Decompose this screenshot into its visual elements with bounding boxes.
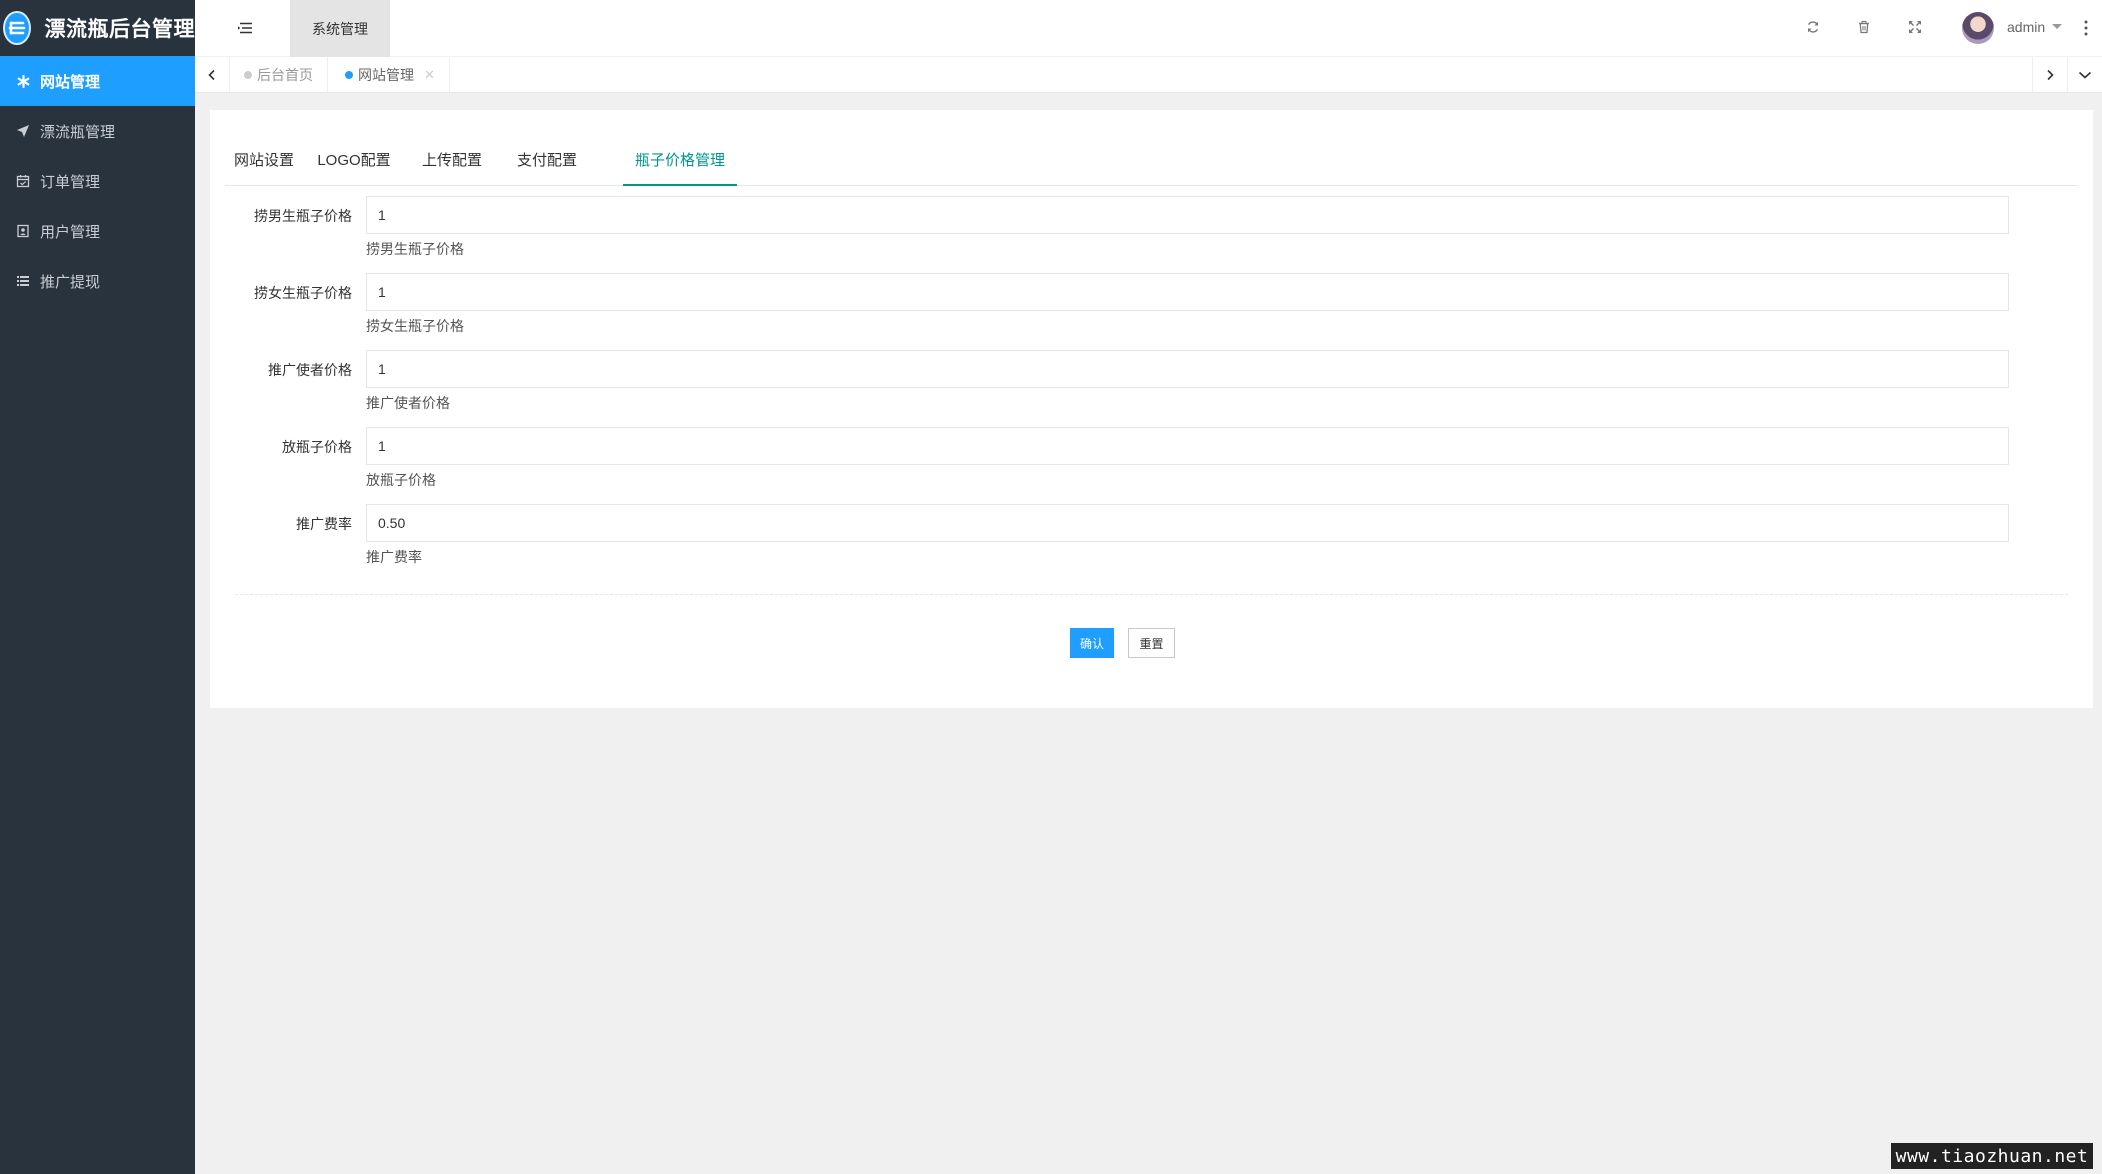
tab-dot: [345, 71, 353, 79]
confirm-button[interactable]: 确认: [1070, 628, 1114, 658]
sidebar-item-bottles[interactable]: 漂流瓶管理: [0, 106, 195, 156]
trash-icon[interactable]: [1854, 17, 1874, 37]
sidebar: 漂流瓶后台管理 网站管理 漂流瓶管理 订单管理 用户管理 推广提现: [0, 0, 195, 1174]
chevron-right-icon[interactable]: [2032, 57, 2067, 93]
page-tab-website[interactable]: 网站管理 ✕: [331, 57, 450, 93]
sidebar-item-withdraw[interactable]: 推广提现: [0, 256, 195, 306]
more-vertical-icon[interactable]: [2083, 18, 2089, 38]
tab-website-settings[interactable]: 网站设置: [225, 138, 303, 186]
chevron-down-icon[interactable]: [2067, 57, 2102, 93]
tab-payment-config[interactable]: 支付配置: [508, 138, 586, 186]
app-title: 漂流瓶后台管理: [44, 18, 195, 41]
sidebar-item-label: 推广提现: [40, 273, 101, 291]
throw-bottle-price-input[interactable]: [366, 427, 2009, 465]
reset-button[interactable]: 重置: [1128, 628, 1175, 658]
male-bottle-price-input[interactable]: [366, 196, 2009, 234]
logo-icon: [3, 11, 31, 45]
logo[interactable]: 漂流瓶后台管理: [0, 0, 195, 56]
sidebar-menu: 网站管理 漂流瓶管理 订单管理 用户管理 推广提现: [0, 56, 195, 306]
field-label: 推广费率: [296, 516, 352, 532]
chevron-down-icon[interactable]: [2052, 24, 2062, 29]
fullscreen-icon[interactable]: [1905, 17, 1925, 37]
field-label: 放瓶子价格: [282, 439, 352, 455]
sidebar-item-label: 订单管理: [40, 173, 101, 191]
avatar[interactable]: [1962, 12, 1994, 44]
page-tab-home[interactable]: 后台首页: [230, 57, 328, 93]
form-row-throw-bottle-price: 放瓶子价格 放瓶子价格: [210, 427, 2093, 504]
field-label: 捞男生瓶子价格: [254, 208, 352, 224]
sidebar-item-label: 漂流瓶管理: [40, 123, 116, 141]
sidebar-item-label: 网站管理: [40, 73, 101, 91]
field-help: 推广使者价格: [366, 395, 450, 411]
tab-bottle-price[interactable]: 瓶子价格管理: [623, 138, 737, 186]
user-card-icon: [15, 223, 31, 239]
page-tab-label: 后台首页: [257, 67, 313, 83]
promotion-rate-input[interactable]: [366, 504, 2009, 542]
female-bottle-price-input[interactable]: [366, 273, 2009, 311]
sidebar-item-website[interactable]: 网站管理: [0, 56, 195, 106]
list-icon: [15, 273, 31, 289]
form-row-female-bottle-price: 捞女生瓶子价格 捞女生瓶子价格: [210, 273, 2093, 350]
sidebar-item-orders[interactable]: 订单管理: [0, 156, 195, 206]
calendar-icon: [15, 173, 31, 189]
tab-dot: [244, 71, 252, 79]
page-tab-label: 网站管理: [358, 67, 414, 83]
top-tab-system[interactable]: 系统管理: [290, 0, 390, 57]
watermark: www.tiaozhuan.net: [1891, 1143, 2093, 1169]
top-header: 系统管理 admin: [195, 0, 2102, 57]
form-divider: [235, 594, 2068, 595]
field-help: 捞男生瓶子价格: [366, 241, 464, 257]
field-help: 推广费率: [366, 549, 422, 565]
gear-icon: [15, 73, 31, 89]
tab-logo-config[interactable]: LOGO配置: [315, 138, 393, 186]
settings-card: 网站设置 LOGO配置 上传配置 支付配置 瓶子价格管理 捞男生瓶子价格 捞男生…: [210, 110, 2093, 708]
settings-tabs: 网站设置 LOGO配置 上传配置 支付配置 瓶子价格管理: [225, 138, 2078, 186]
tab-upload-config[interactable]: 上传配置: [413, 138, 491, 186]
field-help: 放瓶子价格: [366, 472, 436, 488]
field-label: 推广使者价格: [268, 362, 352, 378]
close-icon[interactable]: ✕: [424, 67, 435, 83]
sidebar-item-users[interactable]: 用户管理: [0, 206, 195, 256]
menu-toggle-icon[interactable]: [236, 19, 254, 37]
form-row-male-bottle-price: 捞男生瓶子价格 捞男生瓶子价格: [210, 196, 2093, 273]
sidebar-item-label: 用户管理: [40, 223, 101, 241]
chevron-left-icon[interactable]: [195, 57, 230, 93]
promoter-price-input[interactable]: [366, 350, 2009, 388]
rocket-icon: [15, 123, 31, 139]
field-label: 捞女生瓶子价格: [254, 285, 352, 301]
user-name[interactable]: admin: [2007, 19, 2045, 35]
form-row-promotion-rate: 推广费率 推广费率: [210, 504, 2093, 581]
form-row-promoter-price: 推广使者价格 推广使者价格: [210, 350, 2093, 427]
page-tabs-bar: 后台首页 网站管理 ✕: [195, 57, 2102, 93]
refresh-icon[interactable]: [1803, 17, 1823, 37]
field-help: 捞女生瓶子价格: [366, 318, 464, 334]
